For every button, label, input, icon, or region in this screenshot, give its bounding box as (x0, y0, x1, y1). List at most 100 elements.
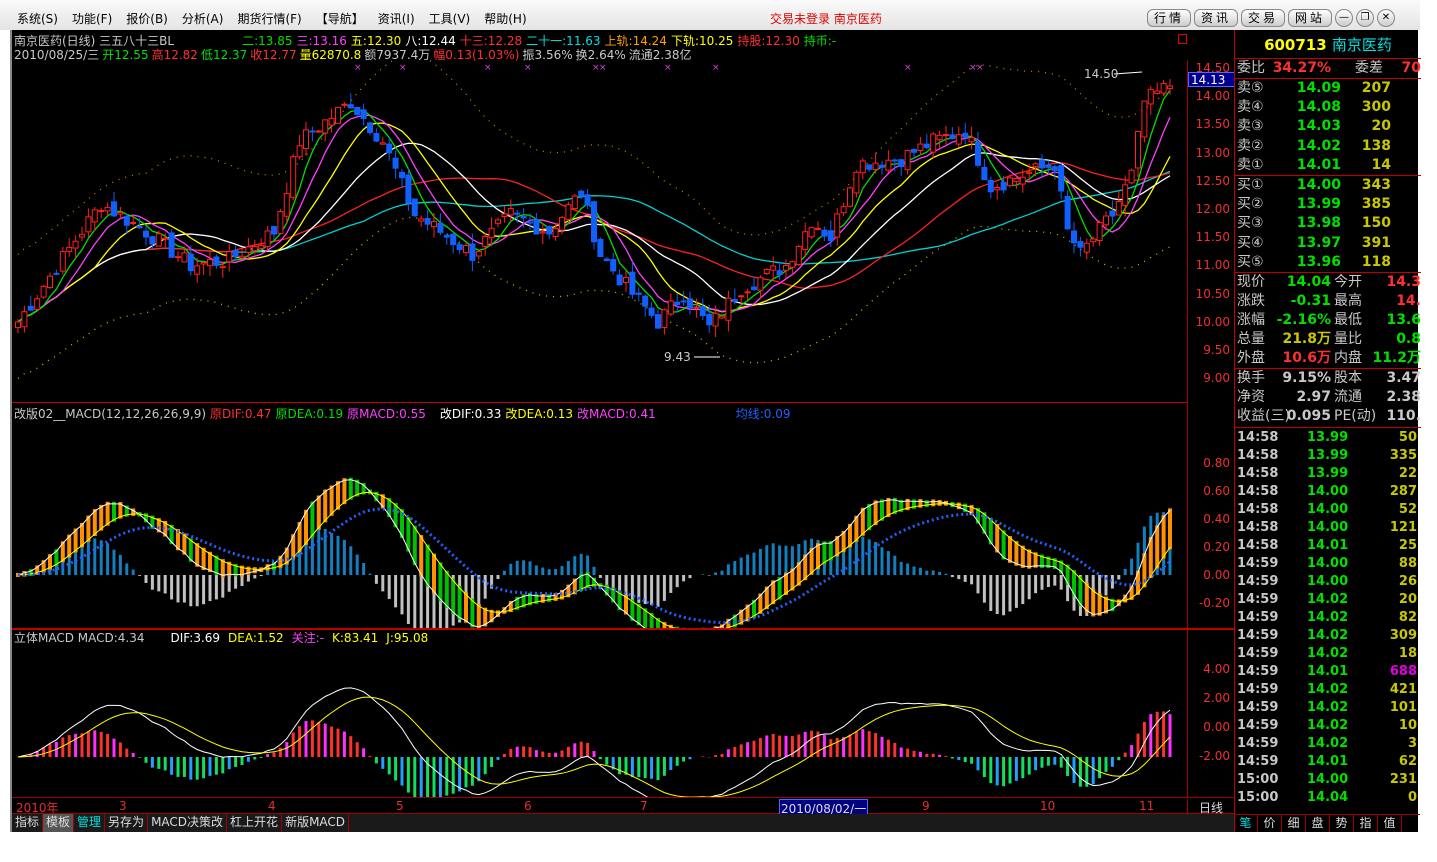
signal-marker: × (354, 63, 362, 73)
price-tick: 11.00 (1195, 258, 1230, 273)
menu-item[interactable]: 功能(F) (65, 10, 119, 27)
order-book-row: 买⑤ 13.96 118 (1237, 253, 1391, 270)
candle (1083, 242, 1090, 253)
candle (34, 298, 41, 310)
menu-item[interactable]: 帮助(H) (477, 10, 533, 27)
ma-value: 持股:12.30 (737, 34, 800, 48)
menu-item[interactable]: 系统(S) (10, 10, 65, 27)
indicator-tabs: 指标 模板 管理 另存为 MACD决策改 杠上开花 新版MACD (12, 814, 1234, 832)
detail-tab[interactable]: 指 (1354, 815, 1378, 832)
macd1-candle (457, 585, 462, 620)
close-icon[interactable]: ✕ (1377, 9, 1395, 27)
candle (392, 157, 399, 169)
macd1-candle (105, 501, 110, 526)
candle (623, 276, 629, 283)
candle (904, 150, 911, 171)
candle (495, 219, 501, 224)
detail-tab[interactable]: 价 (1258, 815, 1282, 832)
order-book-row: 卖③ 14.03 20 (1237, 118, 1391, 135)
candle (610, 259, 617, 272)
macd2-chart[interactable] (14, 630, 1187, 797)
detail-tab[interactable]: 盘 (1306, 815, 1330, 832)
menu-item[interactable]: 报价(B) (119, 10, 175, 27)
stat-row: 涨幅 -2.16% 最低 13.6 (1237, 312, 1421, 328)
candle (597, 238, 604, 257)
candle (27, 305, 34, 311)
price-tick: 9.00 (1203, 371, 1230, 386)
stat-row: 净资 2.97 流通 2.38 (1237, 389, 1421, 405)
candle (885, 159, 892, 171)
candle (648, 307, 655, 316)
macd1-chart[interactable] (14, 403, 1187, 628)
detail-tab[interactable]: 值 (1378, 815, 1402, 832)
indicator-tab[interactable]: 新版MACD (282, 814, 350, 832)
restore-icon[interactable]: ❐ (1356, 9, 1374, 27)
candle (533, 219, 540, 235)
tick-row: 14:58 13.99 335 (1237, 448, 1417, 463)
detail-tab[interactable]: 细 (1282, 815, 1306, 832)
candle (1007, 177, 1013, 187)
window-button[interactable]: 资讯 (1194, 9, 1238, 27)
candle (213, 256, 220, 266)
macd2-tick: -2.00 (1198, 749, 1230, 763)
signal-marker: × (599, 63, 607, 73)
stock-code: 600713 (1264, 36, 1327, 54)
stat-row: 换手 9.15% 股本 3.47 (1237, 370, 1421, 386)
indicator-tab[interactable]: 管理 (74, 814, 106, 832)
detail-tab[interactable]: 势 (1330, 815, 1354, 832)
candle (930, 133, 937, 153)
macd1-candle (444, 570, 449, 608)
candle (341, 103, 348, 106)
candle (149, 236, 156, 245)
price-tick: 11.50 (1195, 230, 1230, 245)
indicator-tab[interactable]: 指标 (12, 814, 44, 832)
menu-item[interactable]: 分析(A) (175, 10, 231, 27)
order-book-row: 买① 14.00 343 (1237, 177, 1391, 193)
candle (591, 201, 597, 243)
macd1-candle (476, 603, 481, 628)
candle (181, 252, 188, 263)
candle (271, 226, 277, 235)
candle (1051, 166, 1058, 171)
window-button[interactable]: 网站 (1288, 9, 1332, 27)
candle (520, 216, 527, 219)
detail-tab[interactable]: 笔 (1234, 815, 1258, 832)
candle (655, 314, 661, 329)
candle (834, 213, 841, 238)
x-label: 6 (524, 799, 532, 813)
candle (847, 187, 853, 207)
indicator-tab[interactable]: 另存为 (105, 814, 149, 832)
signal-marker: × (664, 63, 672, 73)
indicator-tab[interactable]: 模板 (43, 814, 75, 832)
macd1-candle (937, 499, 942, 506)
candle (226, 251, 233, 263)
menu-item[interactable]: 资讯(I) (371, 10, 422, 27)
tick-row: 14:59 14.02 3 (1237, 736, 1417, 751)
window-button[interactable]: 交易 (1241, 9, 1285, 27)
candle (1096, 222, 1103, 241)
indicator-tab[interactable]: MACD决策改 (148, 814, 228, 832)
candle (635, 292, 642, 295)
menu-item[interactable]: 期货行情(F) (230, 10, 308, 27)
price-chart[interactable]: × × × × × × × × × × × (14, 60, 1187, 403)
menu-item[interactable]: 【导航】 (309, 10, 371, 27)
candle (872, 162, 879, 170)
x-label: 3 (119, 799, 127, 813)
macd1-tick: 0.80 (1203, 456, 1230, 470)
candle (66, 246, 73, 253)
candle (264, 230, 271, 247)
candle (443, 234, 450, 238)
expand-icon[interactable] (1178, 34, 1187, 44)
macd1-candle (310, 501, 315, 537)
candle (21, 311, 28, 328)
tick-row: 14:58 14.00 287 (1237, 484, 1417, 499)
window-button[interactable]: 行情 (1147, 9, 1191, 27)
candle (130, 221, 137, 224)
menu-item[interactable]: 工具(V) (422, 10, 478, 27)
candle (15, 321, 21, 329)
stat-row: 现价 14.04 今开 14.3 (1237, 274, 1421, 290)
x-label: 11 (1139, 799, 1155, 813)
candle (367, 122, 373, 133)
indicator-tab[interactable]: 杠上开花 (227, 814, 283, 832)
minimize-icon[interactable]: — (1335, 9, 1353, 27)
